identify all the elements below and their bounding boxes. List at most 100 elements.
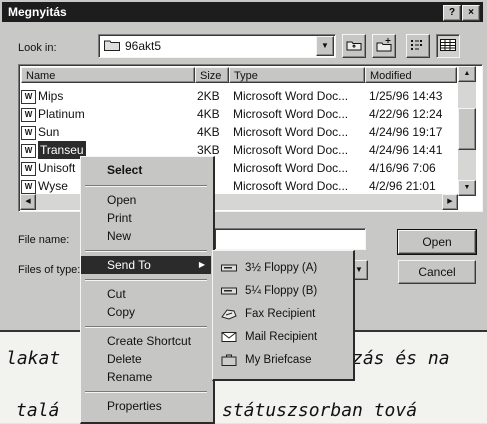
new-folder-icon (376, 38, 392, 52)
folder-icon (104, 40, 120, 51)
menu-separator (85, 326, 207, 328)
open-button[interactable]: Open (397, 229, 477, 255)
doc-text-line: talá (16, 400, 60, 421)
menu-item-cut[interactable]: Cut (81, 285, 211, 303)
close-button[interactable]: × (462, 5, 480, 21)
file-modified: 4/22/96 12:24 (369, 107, 443, 121)
look-in-combo[interactable]: 96akt5 ▼ (98, 34, 336, 58)
menu-item-rename[interactable]: Rename (81, 368, 211, 386)
file-row[interactable]: W Platinum 4KB Microsoft Word Doc... 4/2… (21, 105, 467, 123)
menu-separator (85, 279, 207, 281)
title-bar: Megnyitás ? × (2, 2, 483, 22)
column-header-modified[interactable]: Modified (365, 67, 457, 83)
file-name: Sun (38, 125, 60, 139)
send-to-floppy-a-label: 3½ Floppy (A) (245, 262, 318, 274)
scroll-right-arrow[interactable]: ▶ (442, 194, 458, 210)
menu-item-properties[interactable]: Properties (81, 397, 211, 415)
send-to-mail[interactable]: Mail Recipient (213, 326, 351, 348)
look-in-value: 96akt5 (125, 39, 162, 53)
word-document-icon: W (21, 144, 36, 158)
dialog-title: Megnyitás (8, 5, 67, 19)
send-to-fax[interactable]: Fax Recipient (213, 303, 351, 325)
send-to-floppy-b-label: 5¼ Floppy (B) (245, 285, 318, 297)
send-to-label: Send To (107, 258, 151, 272)
file-row[interactable]: W Sun 4KB Microsoft Word Doc... 4/24/96 … (21, 123, 467, 141)
doc-text-line: státuszsorban tová (222, 400, 418, 421)
column-header-type[interactable]: Type (229, 67, 365, 83)
vertical-scrollbar[interactable]: ▲ ▼ (458, 66, 476, 196)
file-type: Microsoft Word Doc... (233, 161, 349, 175)
menu-item-copy[interactable]: Copy (81, 303, 211, 321)
word-document-icon: W (21, 162, 36, 176)
details-view-icon (440, 39, 456, 51)
file-modified: 4/24/96 19:17 (369, 125, 443, 139)
fax-icon (221, 309, 237, 320)
details-view-button[interactable] (436, 34, 460, 58)
send-to-floppy-a[interactable]: 3½ Floppy (A) (213, 257, 351, 279)
file-row[interactable]: W Mips 2KB Microsoft Word Doc... 1/25/96… (21, 87, 467, 105)
up-folder-icon (346, 41, 362, 51)
menu-item-select[interactable]: Select (81, 161, 211, 179)
context-menu: Select Open Print New Send To ▶ Cut Copy… (80, 156, 215, 424)
menu-item-open[interactable]: Open (81, 191, 211, 209)
menu-item-new[interactable]: New (81, 227, 211, 245)
file-size: 4KB (197, 125, 220, 139)
file-type: Microsoft Word Doc... (233, 179, 349, 193)
file-type: Microsoft Word Doc... (233, 89, 349, 103)
menu-item-create-shortcut[interactable]: Create Shortcut (81, 332, 211, 350)
word-document-icon: W (21, 108, 36, 122)
file-size: 4KB (197, 107, 220, 121)
list-view-icon (411, 40, 422, 50)
look-in-label: Look in: (18, 42, 57, 54)
chevron-down-icon[interactable]: ▼ (316, 36, 334, 56)
file-name: Unisoft (38, 161, 76, 175)
cancel-button[interactable]: Cancel (398, 260, 476, 284)
word-document-icon: W (21, 90, 36, 104)
file-name: Platinum (38, 107, 85, 121)
column-header-size[interactable]: Size (195, 67, 229, 83)
up-folder-button[interactable] (342, 34, 366, 58)
scroll-up-arrow[interactable]: ▲ (458, 66, 476, 82)
file-type: Microsoft Word Doc... (233, 107, 349, 121)
file-modified: 4/16/96 7:06 (369, 161, 436, 175)
file-name: Wyse (38, 179, 68, 193)
send-to-fax-label: Fax Recipient (245, 308, 316, 320)
list-view-button[interactable] (406, 34, 430, 58)
file-name-input[interactable] (214, 228, 366, 250)
send-to-briefcase-label: My Briefcase (245, 354, 312, 366)
send-to-briefcase[interactable]: My Briefcase (213, 349, 351, 371)
menu-item-send-to[interactable]: Send To ▶ (81, 256, 211, 274)
briefcase-icon (221, 354, 237, 366)
file-name-label: File name: (18, 234, 70, 246)
doc-text-line: lakat (6, 348, 61, 369)
file-name: Mips (38, 89, 64, 103)
scroll-down-arrow[interactable]: ▼ (458, 180, 476, 196)
send-to-submenu: 3½ Floppy (A) 5¼ Floppy (B) Fax Recipien… (212, 250, 355, 381)
help-button[interactable]: ? (443, 5, 461, 21)
file-modified: 4/2/96 21:01 (369, 179, 436, 193)
menu-separator (85, 250, 207, 252)
floppy-drive-icon (221, 264, 237, 272)
doc-text-line: zás és na (352, 348, 450, 369)
floppy-drive-icon (221, 287, 237, 295)
menu-item-print[interactable]: Print (81, 209, 211, 227)
file-type: Microsoft Word Doc... (233, 125, 349, 139)
menu-separator (85, 391, 207, 393)
file-modified: 4/24/96 14:41 (369, 143, 443, 157)
new-folder-button[interactable] (372, 34, 396, 58)
scroll-left-arrow[interactable]: ◀ (20, 194, 36, 210)
column-header-name[interactable]: Name (21, 67, 195, 83)
files-of-type-label: Files of type: (18, 264, 81, 276)
file-modified: 1/25/96 14:43 (369, 89, 443, 103)
word-document-icon: W (21, 180, 36, 194)
menu-separator (85, 185, 207, 187)
mail-icon (221, 332, 237, 342)
send-to-floppy-b[interactable]: 5¼ Floppy (B) (213, 280, 351, 302)
menu-item-delete[interactable]: Delete (81, 350, 211, 368)
file-size: 2KB (197, 89, 220, 103)
scroll-thumb[interactable] (458, 108, 476, 150)
file-name: Transeu (38, 141, 86, 159)
send-to-mail-label: Mail Recipient (245, 331, 318, 343)
file-type: Microsoft Word Doc... (233, 143, 349, 157)
chevron-right-icon: ▶ (198, 260, 205, 269)
